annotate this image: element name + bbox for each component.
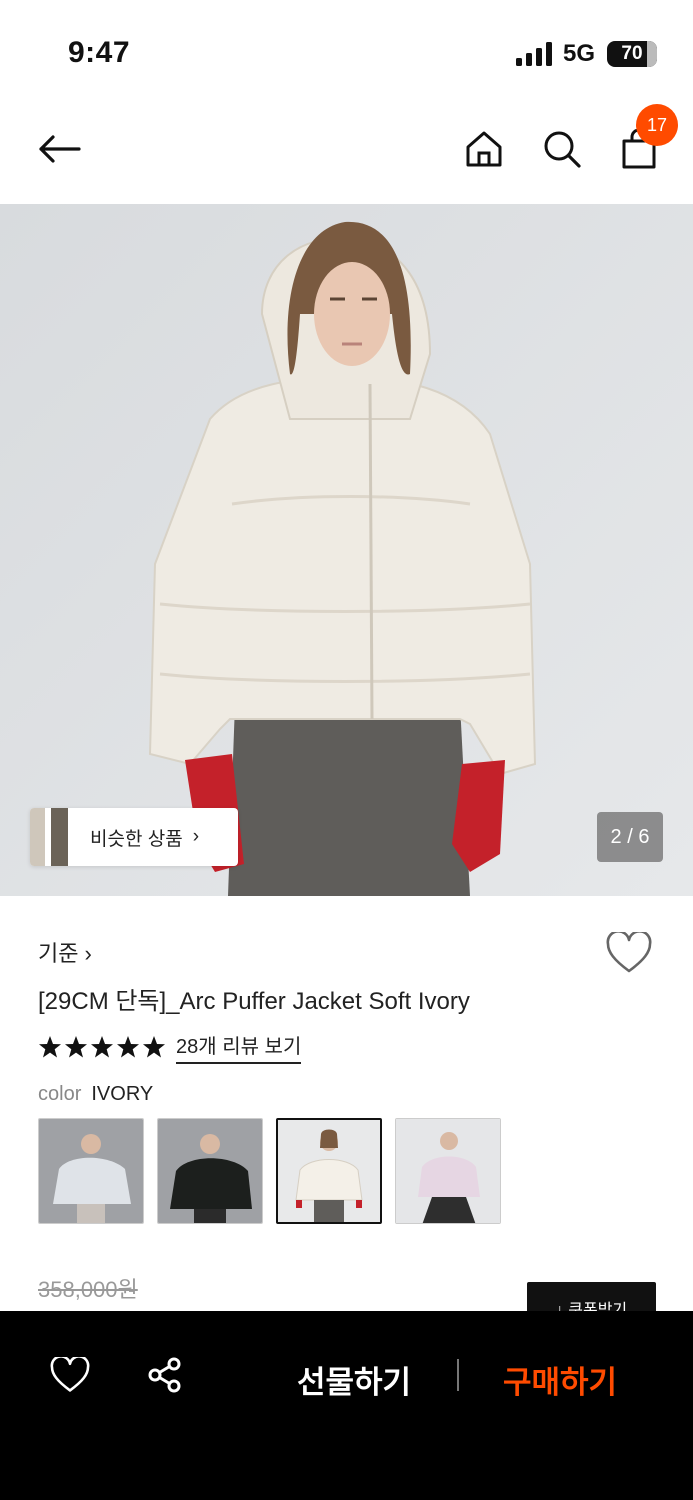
share-button[interactable] bbox=[145, 1355, 185, 1395]
color-swatches bbox=[38, 1118, 501, 1224]
buy-button[interactable]: 구매하기 bbox=[503, 1357, 617, 1402]
brand-name: 기준 bbox=[38, 941, 79, 966]
product-photo bbox=[0, 204, 693, 896]
product-image[interactable]: 비슷한 상품 › 2 / 6 bbox=[0, 204, 693, 896]
star-icon bbox=[143, 1036, 165, 1058]
share-icon bbox=[148, 1357, 181, 1393]
star-icon bbox=[65, 1036, 87, 1058]
search-button[interactable] bbox=[537, 124, 587, 174]
rating-row: 28개 리뷰 보기 bbox=[38, 1030, 302, 1064]
chevron-right-icon: › bbox=[84, 941, 92, 966]
home-button[interactable] bbox=[459, 124, 509, 174]
swatch-image bbox=[39, 1119, 143, 1223]
home-icon bbox=[466, 131, 502, 167]
star-icon bbox=[91, 1036, 113, 1058]
similar-products-button[interactable]: 비슷한 상품 › bbox=[30, 808, 238, 866]
signal-icon bbox=[516, 42, 552, 66]
star-icon bbox=[117, 1036, 139, 1058]
status-time: 9:47 bbox=[68, 36, 131, 69]
similar-thumbnail bbox=[30, 808, 68, 866]
swatch-image bbox=[158, 1119, 262, 1223]
chevron-right-icon: › bbox=[192, 826, 200, 847]
image-pager: 2 / 6 bbox=[597, 812, 663, 862]
gift-button[interactable]: 선물하기 bbox=[297, 1357, 411, 1402]
color-value: IVORY bbox=[91, 1083, 154, 1105]
color-row: color IVORY bbox=[38, 1083, 153, 1106]
swatch-pink[interactable] bbox=[395, 1118, 501, 1224]
star-icon bbox=[39, 1036, 61, 1058]
star-rating bbox=[38, 1035, 166, 1059]
similar-products-label: 비슷한 상품 bbox=[90, 828, 183, 850]
product-title: [29CM 단독]_Arc Puffer Jacket Soft Ivory bbox=[38, 988, 470, 1015]
swatch-image bbox=[396, 1119, 500, 1223]
wishlist-button[interactable] bbox=[606, 930, 652, 979]
divider bbox=[457, 1359, 459, 1391]
swatch-black[interactable] bbox=[157, 1118, 263, 1224]
status-bar: 9:47 5G 70 bbox=[0, 0, 693, 100]
bottom-action-bar: 선물하기 구매하기 bbox=[0, 1311, 693, 1500]
brand-link[interactable]: 기준 › bbox=[38, 936, 92, 968]
cart-count-badge: 17 bbox=[636, 104, 678, 146]
color-label: color bbox=[38, 1083, 82, 1105]
swatch-light-gray[interactable] bbox=[38, 1118, 144, 1224]
heart-icon bbox=[606, 930, 652, 973]
heart-icon bbox=[50, 1357, 90, 1392]
back-button[interactable] bbox=[34, 124, 84, 174]
swatch-image bbox=[278, 1120, 380, 1222]
battery-icon: 70 bbox=[607, 41, 657, 67]
review-link[interactable]: 28개 리뷰 보기 bbox=[176, 1030, 302, 1064]
network-type: 5G bbox=[563, 40, 596, 67]
search-icon bbox=[544, 131, 581, 168]
arrow-left-icon bbox=[39, 135, 81, 163]
wishlist-bottom-button[interactable] bbox=[50, 1355, 90, 1395]
battery-level: 70 bbox=[621, 43, 643, 64]
swatch-ivory[interactable] bbox=[276, 1118, 382, 1224]
original-price: 358,000원 bbox=[38, 1277, 138, 1302]
top-nav bbox=[0, 100, 693, 204]
